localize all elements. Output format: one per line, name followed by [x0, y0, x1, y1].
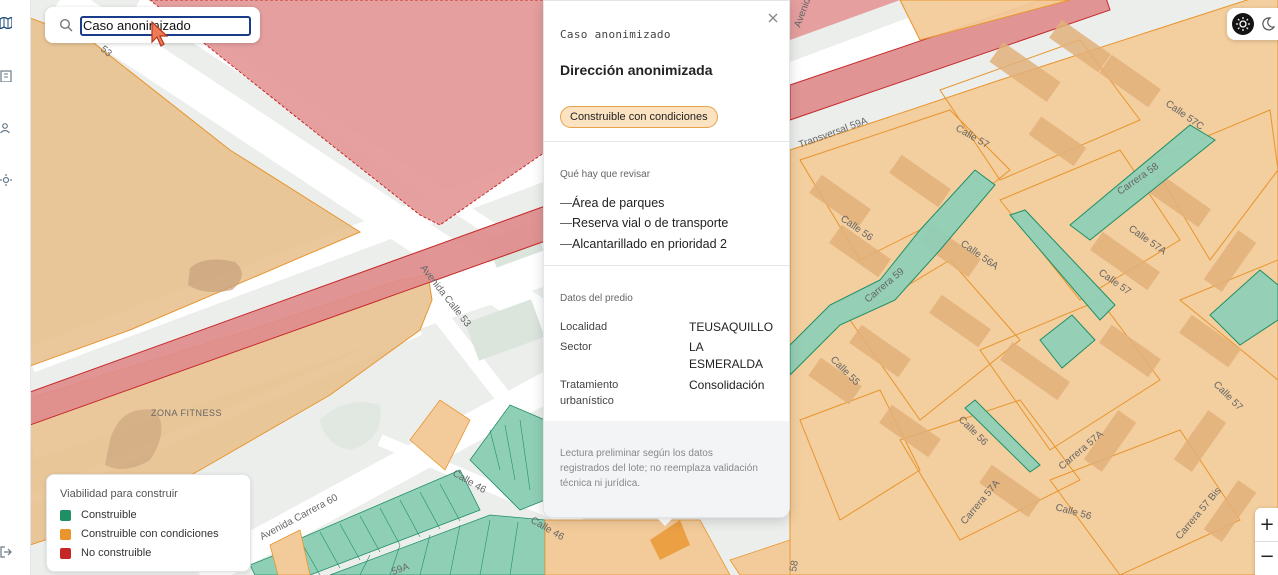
review-item: Área de parques — [560, 196, 664, 210]
dash-icon — [560, 244, 572, 246]
review-item: Alcantarillado en prioridad 2 — [560, 237, 727, 251]
legend-label: Construible con condiciones — [81, 528, 219, 540]
status-badge: Construible con condiciones — [560, 106, 718, 128]
theme-toggle[interactable] — [1227, 8, 1278, 40]
review-section-title: Qué hay que revisar — [560, 169, 651, 180]
zoom-control: + − — [1255, 508, 1278, 575]
review-item-label: Alcantarillado en prioridad 2 — [572, 237, 727, 251]
logout-icon[interactable] — [0, 546, 12, 558]
property-label: Localidad — [560, 321, 608, 333]
property-value: LA ESMERALDA — [689, 340, 764, 371]
zoom-divider — [1255, 541, 1278, 542]
legend-label: Construible — [81, 509, 137, 521]
disclaimer-note: Lectura preliminar según los datos regis… — [560, 448, 758, 489]
area-label: ZONA FITNESS — [151, 408, 222, 418]
moon-icon[interactable] — [1260, 16, 1276, 32]
search-icon — [59, 18, 73, 32]
zoom-in-button[interactable]: + — [1255, 511, 1278, 539]
panel-footer: Lectura preliminar según los datos regis… — [544, 421, 789, 517]
settings-icon[interactable] — [0, 174, 12, 186]
property-section-title: Datos del predio — [560, 293, 633, 304]
legend-swatch — [60, 510, 71, 521]
divider — [544, 265, 789, 266]
mouse-cursor-icon — [151, 20, 168, 47]
property-label: Tratamiento urbanístico — [560, 379, 619, 407]
map-icon[interactable] — [0, 17, 12, 29]
sun-icon — [1236, 17, 1250, 31]
property-value: Consolidación — [689, 378, 765, 392]
light-mode-button[interactable] — [1232, 13, 1254, 35]
building-icon[interactable] — [0, 70, 12, 82]
review-item: Reserva vial o de transporte — [560, 216, 728, 230]
legend-title: Viabilidad para construir — [60, 488, 178, 500]
property-info-panel: Caso anonimizado Dirección anonimizada C… — [543, 0, 790, 518]
legend-swatch — [60, 529, 71, 540]
legend-swatch — [60, 548, 71, 559]
close-icon[interactable] — [767, 12, 779, 24]
left-rail — [0, 0, 31, 575]
review-item-label: Área de parques — [572, 196, 665, 210]
property-value: TEUSAQUILLO — [689, 320, 774, 334]
legend-label: No construible — [81, 547, 152, 559]
legend: Viabilidad para construir Construible Co… — [46, 474, 251, 572]
zoom-out-button[interactable]: − — [1255, 543, 1278, 571]
dash-icon — [560, 203, 572, 205]
review-item-label: Reserva vial o de transporte — [572, 216, 729, 230]
divider — [544, 141, 789, 142]
users-icon[interactable] — [0, 122, 12, 134]
panel-title: Dirección anonimizada — [560, 62, 713, 78]
dash-icon — [560, 223, 572, 225]
panel-kicker: Caso anonimizado — [560, 28, 671, 41]
property-label: Sector — [560, 341, 592, 353]
